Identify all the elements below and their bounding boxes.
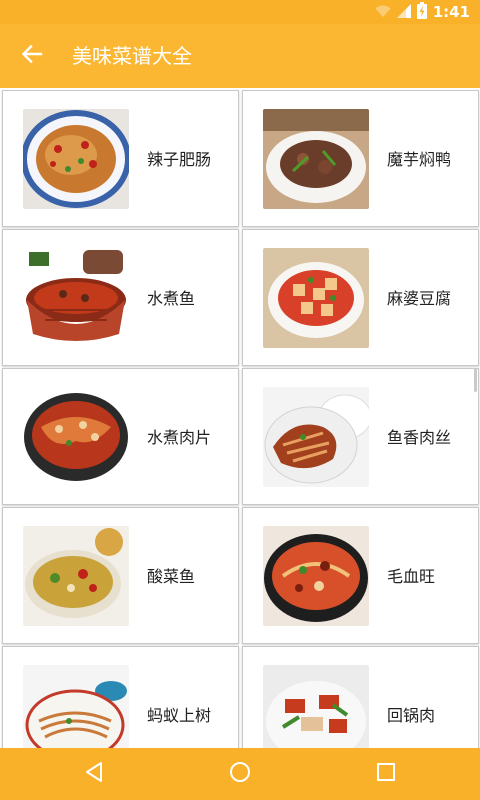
- back-triangle-icon: [84, 761, 104, 787]
- dish-name: 水煮肉片: [147, 428, 212, 447]
- dish-card[interactable]: 回锅肉: [242, 646, 479, 748]
- system-nav-bar: [0, 748, 480, 800]
- nav-back-button[interactable]: [80, 760, 108, 788]
- home-circle-icon: [229, 761, 251, 787]
- signal-icon: [396, 3, 411, 22]
- dish-image: [263, 109, 369, 209]
- arrow-left-icon: [21, 43, 43, 69]
- dish-grid: 辣子肥肠 魔芋焖鸭 水煮鱼 麻婆豆腐 水煮肉片 鱼香肉丝 酸菜鱼 毛血旺 蚂蚁上…: [0, 88, 480, 748]
- dish-image: [263, 248, 369, 348]
- dish-image: [23, 248, 129, 348]
- status-time: 1:41: [432, 3, 470, 21]
- dish-name: 回锅肉: [387, 706, 436, 725]
- dish-card[interactable]: 辣子肥肠: [2, 90, 239, 227]
- app-bar: 美味菜谱大全: [0, 24, 480, 88]
- dish-card[interactable]: 毛血旺: [242, 507, 479, 644]
- dish-name: 辣子肥肠: [147, 150, 212, 169]
- dish-name: 酸菜鱼: [147, 567, 196, 586]
- dish-card[interactable]: 蚂蚁上树: [2, 646, 239, 748]
- dish-card[interactable]: 麻婆豆腐: [242, 229, 479, 366]
- scrollbar[interactable]: [474, 368, 477, 392]
- dish-name: 魔芋焖鸭: [387, 150, 452, 169]
- dish-name: 鱼香肉丝: [387, 428, 452, 447]
- recents-square-icon: [376, 762, 396, 786]
- dish-image: [23, 387, 129, 487]
- dish-name: 蚂蚁上树: [147, 706, 212, 725]
- dish-image: [23, 526, 129, 626]
- dish-card[interactable]: 水煮肉片: [2, 368, 239, 505]
- wifi-icon: [375, 3, 391, 22]
- dish-card[interactable]: 魔芋焖鸭: [242, 90, 479, 227]
- dish-image: [263, 665, 369, 748]
- page-title: 美味菜谱大全: [72, 44, 192, 68]
- dish-name: 毛血旺: [387, 567, 436, 586]
- status-icons: 1:41: [375, 0, 470, 24]
- dish-image: [263, 387, 369, 487]
- dish-image: [23, 109, 129, 209]
- dish-card[interactable]: 水煮鱼: [2, 229, 239, 366]
- nav-recents-button[interactable]: [372, 760, 400, 788]
- dish-card[interactable]: 酸菜鱼: [2, 507, 239, 644]
- status-bar: 1:41: [0, 0, 480, 24]
- back-button[interactable]: [14, 38, 50, 74]
- dish-name: 麻婆豆腐: [387, 289, 452, 308]
- battery-icon: [416, 1, 427, 23]
- nav-home-button[interactable]: [226, 760, 254, 788]
- dish-image: [263, 526, 369, 626]
- dish-name: 水煮鱼: [147, 289, 196, 308]
- dish-card[interactable]: 鱼香肉丝: [242, 368, 479, 505]
- dish-image: [23, 665, 129, 748]
